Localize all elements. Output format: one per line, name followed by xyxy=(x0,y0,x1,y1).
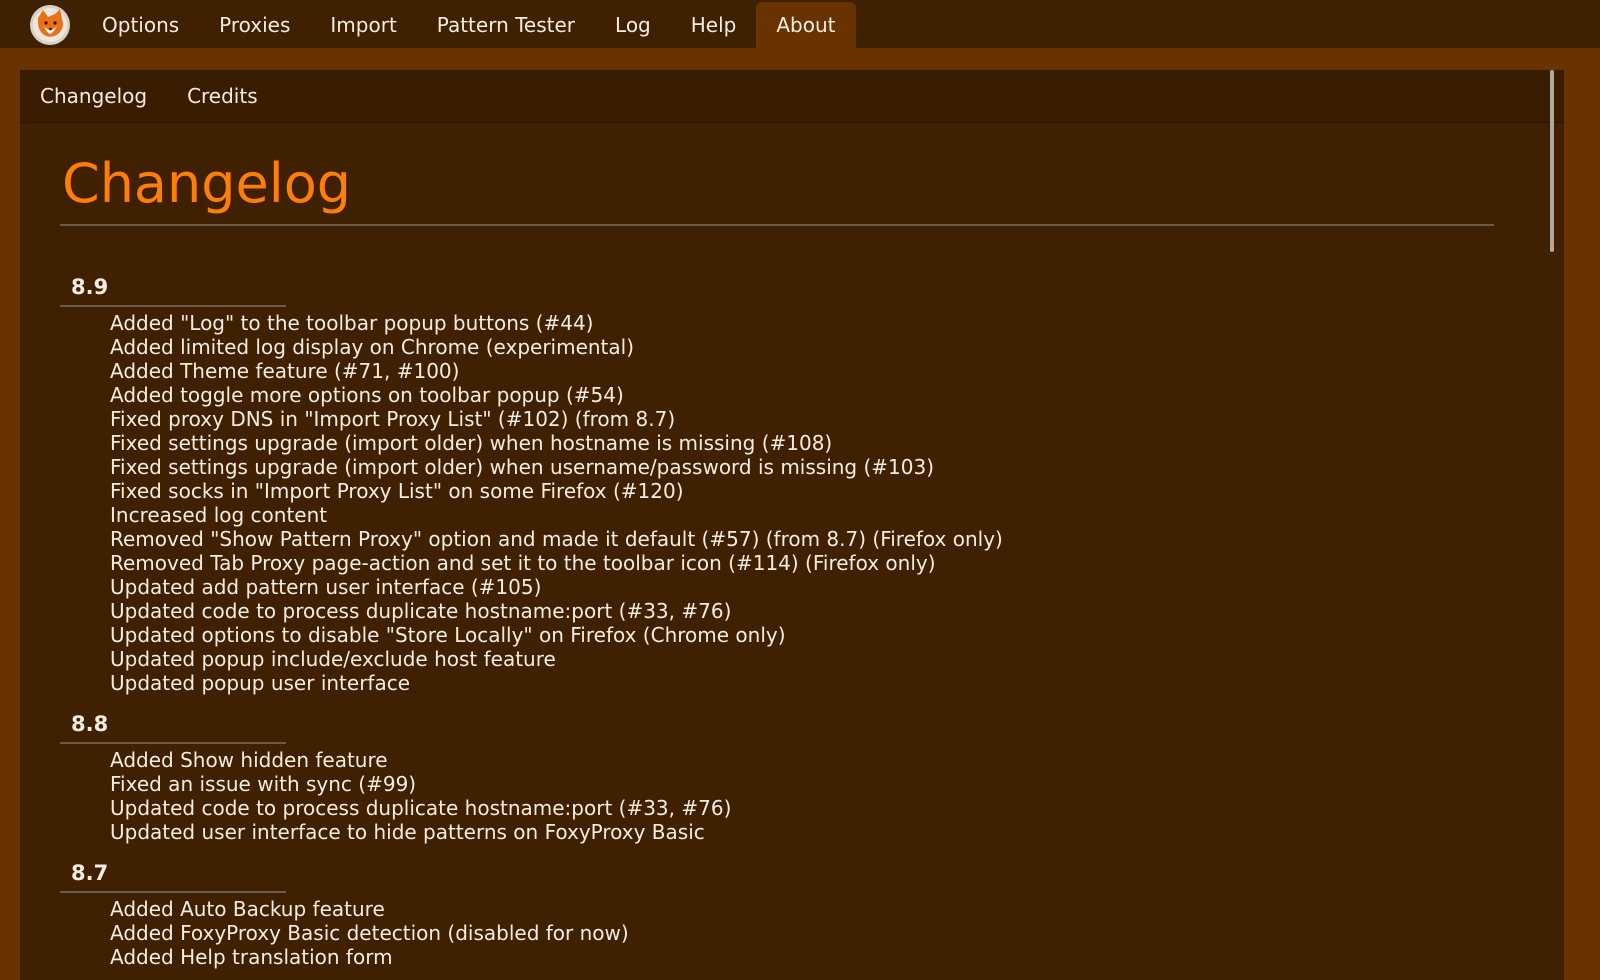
version-section: 8.7 Added Auto Backup feature Added Foxy… xyxy=(60,856,1494,969)
list-item: Added "Log" to the toolbar popup buttons… xyxy=(110,311,594,335)
list-item: Added limited log display on Chrome (exp… xyxy=(110,335,635,359)
tab-about[interactable]: About xyxy=(756,2,856,48)
list-item: Updated code to process duplicate hostna… xyxy=(110,796,732,820)
about-panel: Changelog Credits Changelog 8.9 Added "L… xyxy=(20,70,1564,980)
about-subtabs: Changelog Credits xyxy=(20,70,1564,123)
list-item: Added FoxyProxy Basic detection (disable… xyxy=(110,921,629,945)
list-item: Removed Tab Proxy page-action and set it… xyxy=(110,551,936,575)
version-heading: 8.8 xyxy=(60,707,286,744)
foxyproxy-fox-logo-icon[interactable] xyxy=(29,4,71,46)
version-heading: 8.9 xyxy=(60,270,286,307)
version-section: 8.8 Added Show hidden feature Fixed an i… xyxy=(60,707,1494,844)
tab-help[interactable]: Help xyxy=(671,2,757,48)
list-item: Updated popup user interface xyxy=(110,671,411,695)
page-title: Changelog xyxy=(60,144,1494,226)
main-tabs: Options Proxies Import Pattern Tester Lo… xyxy=(82,2,856,48)
list-item: Added Help translation form xyxy=(110,945,393,969)
vertical-scrollbar[interactable] xyxy=(1550,70,1554,252)
list-item: Updated code to process duplicate hostna… xyxy=(110,599,732,623)
list-item: Added Show hidden feature xyxy=(110,748,388,772)
changelog-content: Changelog 8.9 Added "Log" to the toolbar… xyxy=(60,144,1494,969)
list-item: Removed "Show Pattern Proxy" option and … xyxy=(110,527,1003,551)
list-item: Added Auto Backup feature xyxy=(110,897,385,921)
top-navigation-bar: Options Proxies Import Pattern Tester Lo… xyxy=(0,0,1600,48)
version-section: 8.9 Added "Log" to the toolbar popup but… xyxy=(60,270,1494,695)
list-item: Added toggle more options on toolbar pop… xyxy=(110,383,624,407)
tab-options[interactable]: Options xyxy=(82,2,199,48)
list-item: Fixed settings upgrade (import older) wh… xyxy=(110,455,935,479)
subtab-changelog[interactable]: Changelog xyxy=(20,70,167,122)
list-item: Fixed settings upgrade (import older) wh… xyxy=(110,431,833,455)
changelog-list: Added Show hidden feature Fixed an issue… xyxy=(60,744,1494,844)
list-item: Updated popup include/exclude host featu… xyxy=(110,647,556,671)
list-item: Updated user interface to hide patterns … xyxy=(110,820,705,844)
list-item: Updated options to disable "Store Locall… xyxy=(110,623,786,647)
tab-log[interactable]: Log xyxy=(595,2,671,48)
tab-proxies[interactable]: Proxies xyxy=(199,2,310,48)
list-item: Fixed socks in "Import Proxy List" on so… xyxy=(110,479,684,503)
changelog-list: Added "Log" to the toolbar popup buttons… xyxy=(60,307,1494,695)
list-item: Fixed proxy DNS in "Import Proxy List" (… xyxy=(110,407,676,431)
tab-import[interactable]: Import xyxy=(310,2,416,48)
list-item: Fixed an issue with sync (#99) xyxy=(110,772,417,796)
version-heading: 8.7 xyxy=(60,856,286,893)
list-item: Updated add pattern user interface (#105… xyxy=(110,575,542,599)
tab-pattern-tester[interactable]: Pattern Tester xyxy=(417,2,595,48)
subtab-credits[interactable]: Credits xyxy=(167,70,278,122)
list-item: Added Theme feature (#71, #100) xyxy=(110,359,460,383)
list-item: Increased log content xyxy=(110,503,328,527)
changelog-list: Added Auto Backup feature Added FoxyProx… xyxy=(60,893,1494,969)
